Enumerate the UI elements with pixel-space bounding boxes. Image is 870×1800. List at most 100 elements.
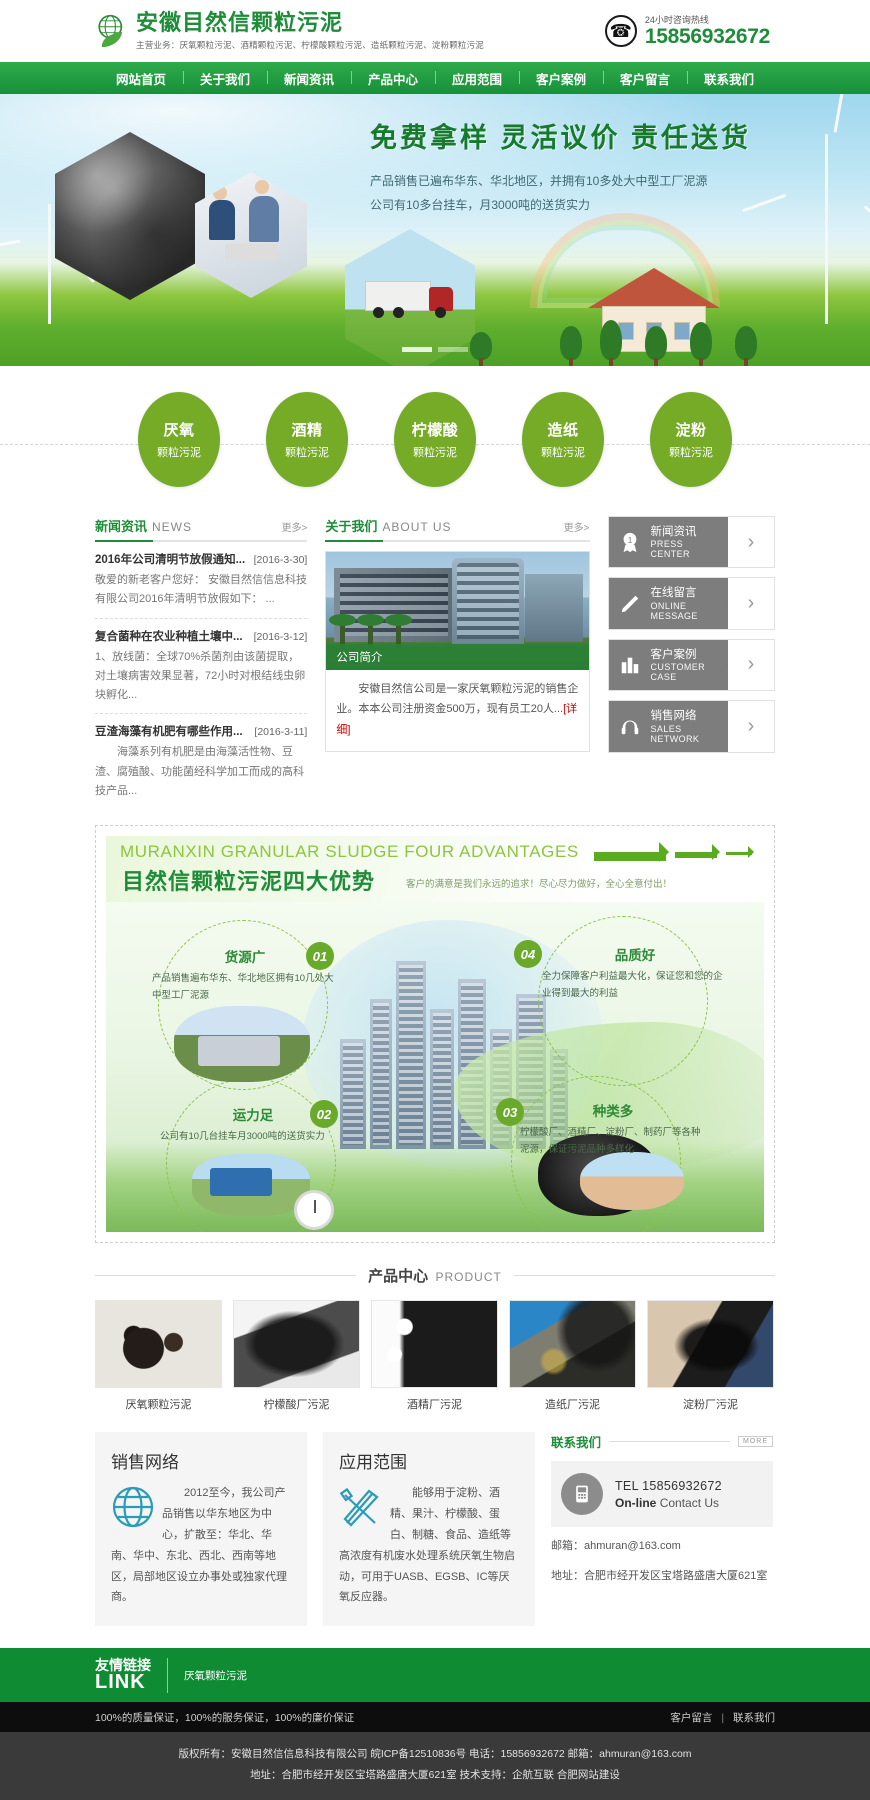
about-body: 安徽目然信公司是一家厌氧颗粒污泥的销售企业。本本公司注册资金500万，现有员工2…	[336, 683, 579, 716]
advantages-slogan: 客户的满意是我们永远的追求！尽心尽力做好，全心全意付出！	[406, 879, 673, 890]
nav-item-cases[interactable]: 客户案例	[519, 69, 603, 88]
about-more-link[interactable]: 更多>	[564, 519, 590, 534]
banner-dot-1[interactable]	[402, 347, 432, 352]
windmill-right-icon	[741, 94, 870, 324]
news-item-date: [2016-3-30]	[253, 554, 308, 566]
windmill-left-icon	[0, 172, 95, 324]
advantage-name: 货源广	[224, 950, 266, 965]
product-card[interactable]: 柠檬酸厂污泥	[233, 1300, 360, 1412]
category-sub: 颗粒污泥	[157, 447, 201, 459]
news-item-date: [2016-3-12]	[253, 630, 308, 643]
product-image	[371, 1300, 498, 1388]
advantages-title-cn: 目然信颗粒污泥四大优势	[122, 869, 376, 894]
quicklink-sales-network[interactable]: 销售网络 SALES NETWORK ›	[607, 700, 775, 753]
factory-photo	[174, 1006, 310, 1082]
copyright-line: 版权所有：安徽目然信信息科技有限公司 皖ICP备12510836号 电话：158…	[178, 1748, 692, 1761]
advantage-number-4: 04	[514, 940, 542, 968]
friendly-links-label: 友情链接 LINK	[95, 1657, 168, 1694]
advantages-body: 01 02 03 04 货源广 产品销售遍布华东、华北地区拥有10几处大中型工厂…	[106, 902, 764, 1232]
category-name: 淀粉	[675, 422, 707, 439]
advantage-name: 种类多	[592, 1104, 634, 1119]
footer-link-contact[interactable]: 联系我们	[733, 1712, 775, 1724]
contact-tel-number: 15856932672	[642, 1478, 722, 1493]
nav-item-home[interactable]: 网站首页	[99, 69, 183, 88]
news-more-link[interactable]: 更多>	[282, 519, 308, 534]
category-citric-acid[interactable]: 柠檬酸 颗粒污泥	[394, 392, 476, 487]
product-card[interactable]: 淀粉厂污泥	[647, 1300, 774, 1412]
products-title-cn: 产品中心	[368, 1268, 429, 1285]
category-sub: 颗粒污泥	[541, 447, 585, 459]
banner-line-1: 产品销售已遍布华东、华北地区，并拥有10多处大中型工厂泥源	[370, 174, 708, 188]
quicklink-label-en: CUSTOMER CASE	[650, 662, 706, 683]
three-column-section: 新闻资讯 NEWS 更多> 2016年公司清明节放假通知... [2016-3-…	[95, 516, 775, 809]
category-alcohol[interactable]: 酒精 颗粒污泥	[266, 392, 348, 487]
banner-pagination[interactable]	[0, 347, 870, 352]
contact-more-button[interactable]: MORE	[738, 1436, 773, 1447]
application-card: 应用范围 能够用于淀粉、酒精、果汁、柠檬酸、蛋白、制糖、食品、造纸等高浓度有机废…	[323, 1432, 535, 1627]
quicklink-customer-case[interactable]: 客户案例 CUSTOMER CASE ›	[607, 638, 775, 692]
advantages-title-en: MURANXIN GRANULAR SLUDGE FOUR ADVANTAGES	[120, 842, 579, 861]
friendly-link-item[interactable]: 厌氧颗粒污泥	[168, 1668, 247, 1683]
quicklink-label-en: SALES NETWORK	[650, 723, 700, 744]
nav-list: 网站首页 关于我们 新闻资讯 产品中心 应用范围 客户案例 客户留言 联系我们	[99, 69, 771, 88]
nav-item-message[interactable]: 客户留言	[603, 69, 687, 88]
news-column: 新闻资讯 NEWS 更多> 2016年公司清明节放假通知... [2016-3-…	[95, 516, 308, 809]
quicklink-online-message[interactable]: 在线留言 ONLINE MESSAGE ›	[607, 577, 775, 630]
sales-network-card: 销售网络 2012至今，我公司产品销售以华东地区为中心，扩散至：华北、华南、华中…	[95, 1432, 307, 1627]
products-title-en: PRODUCT	[435, 1270, 502, 1284]
brand-block[interactable]: 安徽目然信颗粒污泥 主营业务：厌氧颗粒污泥、酒精颗粒污泥、柠檬酸颗粒污泥、造纸颗…	[95, 10, 484, 51]
nav-item-products[interactable]: 产品中心	[350, 69, 435, 88]
product-card[interactable]: 造纸厂污泥	[509, 1300, 636, 1412]
news-list-item[interactable]: 2016年公司清明节放假通知... [2016-3-30] 敬爱的新老客户您好：…	[95, 542, 308, 619]
news-item-desc: 敬爱的新老客户您好： 安徽目然信信息科技有限公司2016年清明节放假如下： ..…	[95, 574, 308, 606]
nav-item-about[interactable]: 关于我们	[182, 69, 267, 88]
news-item-title[interactable]: 豆渣海藻有机肥有哪些作用...	[95, 723, 243, 739]
news-list-item[interactable]: 复合菌种在农业种植土壤中... [2016-3-12] 1、放线菌：全球70%杀…	[95, 619, 308, 715]
bottom-info-section: 销售网络 2012至今，我公司产品销售以华东地区为中心，扩散至：华北、华南、华中…	[95, 1432, 775, 1627]
advantage-name: 运力足	[232, 1108, 274, 1123]
contact-address: 地址：合肥市经开发区宝塔路盛唐大厦621室	[551, 1569, 768, 1582]
contact-header: 联系我们 MORE	[551, 1432, 773, 1451]
nav-item-application[interactable]: 应用范围	[435, 69, 519, 88]
footer-link-message[interactable]: 客户留言	[670, 1712, 712, 1724]
category-anaerobic[interactable]: 厌氧 颗粒污泥	[138, 392, 220, 487]
nav-item-contact[interactable]: 联系我们	[687, 69, 771, 88]
application-title: 应用范围	[339, 1453, 407, 1472]
friendly-links-en: LINK	[95, 1671, 146, 1694]
category-starch[interactable]: 淀粉 颗粒污泥	[650, 392, 732, 487]
banner-dot-2[interactable]	[438, 347, 468, 352]
footer-slogan: 100%的质量保证，100%的服务保证，100%的廉价保证	[95, 1711, 355, 1724]
medal-icon: 1	[618, 530, 642, 554]
advantages-header: MURANXIN GRANULAR SLUDGE FOUR ADVANTAGES…	[106, 836, 764, 902]
news-list-item[interactable]: 豆渣海藻有机肥有哪些作用... [2016-3-11] 海藻系列有机肥是由海藻活…	[95, 714, 307, 809]
page-root: 安徽目然信颗粒污泥 主营业务：厌氧颗粒污泥、酒精颗粒污泥、柠檬酸颗粒污泥、造纸颗…	[0, 0, 870, 1800]
category-paper[interactable]: 造纸 颗粒污泥	[522, 392, 604, 487]
about-card[interactable]: 公司简介 安徽目然信公司是一家厌氧颗粒污泥的销售企业。本本公司注册资金500万，…	[325, 551, 590, 753]
truck-photo	[192, 1154, 310, 1216]
product-caption: 柠檬酸厂污泥	[263, 1399, 330, 1411]
about-column: 关于我们 ABOUT US 更多> 公司简介 安徽目然信公司是一家厌氧颗粒污泥的…	[325, 516, 590, 809]
news-item-title[interactable]: 2016年公司清明节放假通知...	[95, 551, 245, 567]
news-title-cn: 新闻资讯	[95, 519, 148, 534]
news-item-title[interactable]: 复合菌种在农业种植土壤中...	[95, 628, 243, 644]
hero-banner[interactable]: 免费拿样 灵活议价 责任送货 产品销售已遍布华东、华北地区，并拥有10多处大中型…	[0, 94, 870, 366]
about-text: 安徽目然信公司是一家厌氧颗粒污泥的销售企业。本本公司注册资金500万，现有员工2…	[326, 670, 588, 751]
quicklink-label-en: PRESS CENTER	[650, 539, 690, 560]
quicklink-label-cn: 销售网络	[650, 710, 697, 723]
main-navigation[interactable]: 网站首页 关于我们 新闻资讯 产品中心 应用范围 客户案例 客户留言 联系我们	[0, 62, 870, 94]
product-image	[647, 1300, 774, 1388]
banner-headline: 免费拿样 灵活议价 责任送货	[370, 123, 752, 153]
quicklink-label-en: ONLINE MESSAGE	[650, 600, 698, 621]
about-section-header: 关于我们 ABOUT US 更多>	[325, 516, 590, 542]
quicklink-press-center[interactable]: 1 新闻资讯 PRESS CENTER ›	[607, 516, 775, 569]
product-card[interactable]: 厌氧颗粒污泥	[95, 1300, 222, 1412]
product-caption: 造纸厂污泥	[545, 1399, 600, 1411]
nav-item-news[interactable]: 新闻资讯	[266, 69, 351, 88]
contact-online-label: On-line	[615, 1495, 657, 1510]
about-title-en: ABOUT US	[382, 520, 452, 534]
products-row: 厌氧颗粒污泥 柠檬酸厂污泥 酒精厂污泥 造纸厂污泥 淀粉厂污泥	[95, 1300, 775, 1412]
product-card[interactable]: 酒精厂污泥	[371, 1300, 498, 1412]
hands-sprout-photo	[580, 1152, 684, 1210]
contact-box: TEL 15856932672 On-line Contact Us	[551, 1461, 773, 1527]
category-name: 酒精	[291, 422, 323, 439]
